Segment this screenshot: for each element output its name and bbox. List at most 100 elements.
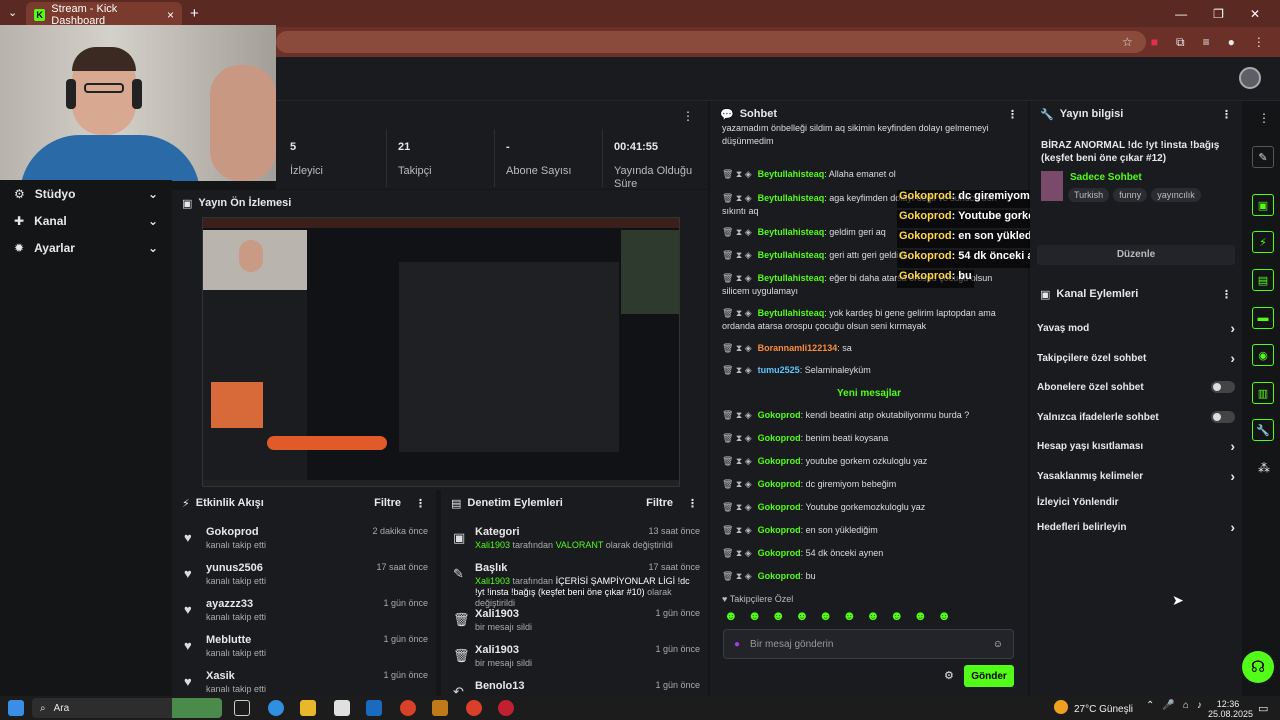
moderation-tools-icon[interactable]: 🗑 ⧗ ◈	[722, 273, 752, 283]
stream-info-menu-icon[interactable]: ⋮	[1221, 108, 1232, 121]
emote-icon[interactable]: ☻	[819, 608, 833, 623]
sidebar-item-studio[interactable]: ⚙ Stüdyo ⌄	[0, 180, 172, 207]
moderation-tools-icon[interactable]: 🗑 ⧗ ◈	[722, 227, 752, 237]
tab-list-chevron-icon[interactable]: ⌄	[8, 6, 17, 19]
task-view-icon[interactable]	[234, 700, 250, 716]
channel-action-item[interactable]: Hesap yaşı kısıtlaması ›	[1037, 435, 1235, 457]
store-icon[interactable]	[334, 700, 350, 716]
close-tab-icon[interactable]: ×	[167, 8, 174, 22]
volume-icon[interactable]: ♪	[1197, 700, 1202, 711]
emote-icon[interactable]: ☻	[748, 608, 762, 623]
actions-toggle-icon[interactable]: ▥	[1252, 382, 1274, 404]
moderation-tools-icon[interactable]: 🗑 ⧗ ◈	[722, 479, 752, 489]
url-input[interactable]	[276, 31, 1146, 53]
moderation-tools-icon[interactable]: 🗑 ⧗ ◈	[722, 410, 752, 420]
chat-username[interactable]: Beytullahisteaq	[758, 169, 825, 179]
emote-icon[interactable]: ☻	[914, 608, 928, 623]
maximize-icon[interactable]: ❐	[1213, 7, 1224, 21]
chat-username[interactable]: Beytullahisteaq	[758, 308, 825, 318]
channel-action-item[interactable]: Yalnızca ifadelerle sohbet	[1037, 406, 1235, 428]
chat-username[interactable]: Gokoprod	[758, 433, 801, 443]
stats-menu-icon[interactable]: ⋮	[682, 109, 694, 123]
channel-actions-menu-icon[interactable]: ⋮	[1221, 288, 1232, 301]
moderation-tools-icon[interactable]: 🗑 ⧗ ◈	[722, 502, 752, 512]
chat-username[interactable]: Gokoprod	[758, 548, 801, 558]
toolbar-menu-icon[interactable]: ⋮	[1258, 111, 1270, 125]
moderation-tools-icon[interactable]: 🗑 ⧗ ◈	[722, 571, 752, 581]
chevron-up-icon[interactable]: ⌃	[1146, 700, 1154, 711]
browser-tab[interactable]: K Stream - Kick Dashboard ×	[26, 2, 182, 27]
moderation-tools-icon[interactable]: 🗑 ⧗ ◈	[722, 343, 752, 353]
wrench-toggle-icon[interactable]: 🔧	[1252, 419, 1274, 441]
bookmark-star-icon[interactable]: ☆	[1122, 35, 1133, 49]
chat-username[interactable]: Gokoprod	[758, 502, 801, 512]
emote-icon[interactable]: ☻	[842, 608, 856, 623]
chat-settings-icon[interactable]: ⚙	[944, 669, 954, 682]
media-icon[interactable]: ≡	[1203, 35, 1210, 49]
edge-icon[interactable]	[268, 700, 284, 716]
moderation-tools-icon[interactable]: 🗑 ⧗ ◈	[722, 433, 752, 443]
channel-action-item[interactable]: Yasaklanmış kelimeler ›	[1037, 465, 1235, 487]
notifications-icon[interactable]: ▭	[1258, 702, 1268, 715]
moderation-tools-icon[interactable]: 🗑 ⧗ ◈	[722, 365, 752, 375]
moderation-tools-icon[interactable]: 🗑 ⧗ ◈	[722, 250, 752, 260]
category-link[interactable]: Sadece Sohbet	[1070, 172, 1142, 183]
browser-menu-icon[interactable]: ⋮	[1253, 35, 1265, 49]
channel-action-item[interactable]: Hedefleri belirleyin ›	[1037, 516, 1235, 538]
chat-username[interactable]: Beytullahisteaq	[758, 193, 825, 203]
obs-icon[interactable]	[498, 700, 514, 716]
emote-icon[interactable]: ☻	[724, 608, 738, 623]
outlook-icon[interactable]	[366, 700, 382, 716]
stream-preview-video[interactable]	[202, 217, 680, 487]
moderation-menu-icon[interactable]: ⋮	[687, 497, 698, 510]
channel-action-item[interactable]: Yavaş mod ›	[1037, 317, 1235, 339]
toggle-switch[interactable]	[1211, 381, 1235, 393]
chat-username[interactable]: Beytullahisteaq	[758, 273, 825, 283]
moderation-toggle-icon[interactable]: ▤	[1252, 269, 1274, 291]
chat-message-input[interactable]: ● Bir mesaj gönderin ☺	[723, 629, 1014, 659]
moderation-tools-icon[interactable]: 🗑 ⧗ ◈	[722, 308, 752, 318]
emote-icon[interactable]: ☻	[866, 608, 880, 623]
moderation-tools-icon[interactable]: 🗑 ⧗ ◈	[722, 525, 752, 535]
emote-icon[interactable]: ☻	[937, 608, 951, 623]
chrome-icon[interactable]	[400, 700, 416, 716]
sidebar-item-channel[interactable]: ✚ Kanal ⌄	[0, 207, 172, 234]
close-window-icon[interactable]: ✕	[1250, 7, 1260, 21]
file-explorer-icon[interactable]	[300, 700, 316, 716]
chat-username[interactable]: Borannamli122134	[758, 343, 838, 353]
chat-username[interactable]: Beytullahisteaq	[758, 250, 825, 260]
apps-icon[interactable]: ⁂	[1258, 461, 1270, 475]
chat-menu-icon[interactable]: ⋮	[1007, 108, 1018, 121]
send-button[interactable]: Gönder	[964, 665, 1014, 687]
taskbar-search[interactable]: ⌕ Ara	[32, 698, 222, 718]
app-icon[interactable]	[432, 700, 448, 716]
chat-username[interactable]: tumu2525	[758, 365, 800, 375]
preview-toggle-icon[interactable]: ▣	[1252, 194, 1274, 216]
channel-action-item[interactable]: Abonelere özel sohbet	[1037, 376, 1235, 398]
moderation-tools-icon[interactable]: 🗑 ⧗ ◈	[722, 548, 752, 558]
moderation-tools-icon[interactable]: 🗑 ⧗ ◈	[722, 456, 752, 466]
moderation-filter-button[interactable]: Filtre	[646, 497, 673, 509]
sidebar-item-settings[interactable]: ✹ Ayarlar ⌄	[0, 234, 172, 261]
puzzle-icon[interactable]: ⧉	[1176, 35, 1185, 50]
toggle-switch[interactable]	[1211, 411, 1235, 423]
chat-toggle-icon[interactable]: ▬	[1252, 307, 1274, 329]
chat-username[interactable]: Beytullahisteaq	[758, 227, 825, 237]
channel-action-item[interactable]: Takipçilere özel sohbet ›	[1037, 347, 1235, 369]
extension-icon[interactable]: ■	[1151, 35, 1158, 49]
moderation-tools-icon[interactable]: 🗑 ⧗ ◈	[722, 169, 752, 179]
emote-icon[interactable]: ☻	[795, 608, 809, 623]
emoji-picker-icon[interactable]: ☺	[993, 639, 1003, 650]
profile-icon[interactable]: ●	[1228, 35, 1235, 49]
chat-username[interactable]: Gokoprod	[758, 410, 801, 420]
chrome-active-icon[interactable]	[466, 700, 482, 716]
support-chat-icon[interactable]: ☊	[1242, 651, 1274, 683]
emote-icon[interactable]: ☻	[890, 608, 904, 623]
user-avatar[interactable]	[1239, 67, 1261, 89]
activity-filter-button[interactable]: Filtre	[374, 497, 401, 509]
edit-icon[interactable]: ✎	[1252, 146, 1274, 168]
broadcast-toggle-icon[interactable]: ◉	[1252, 344, 1274, 366]
moderation-tools-icon[interactable]: 🗑 ⧗ ◈	[722, 193, 752, 203]
chat-username[interactable]: Gokoprod	[758, 571, 801, 581]
edit-stream-button[interactable]: Düzenle	[1037, 245, 1235, 265]
